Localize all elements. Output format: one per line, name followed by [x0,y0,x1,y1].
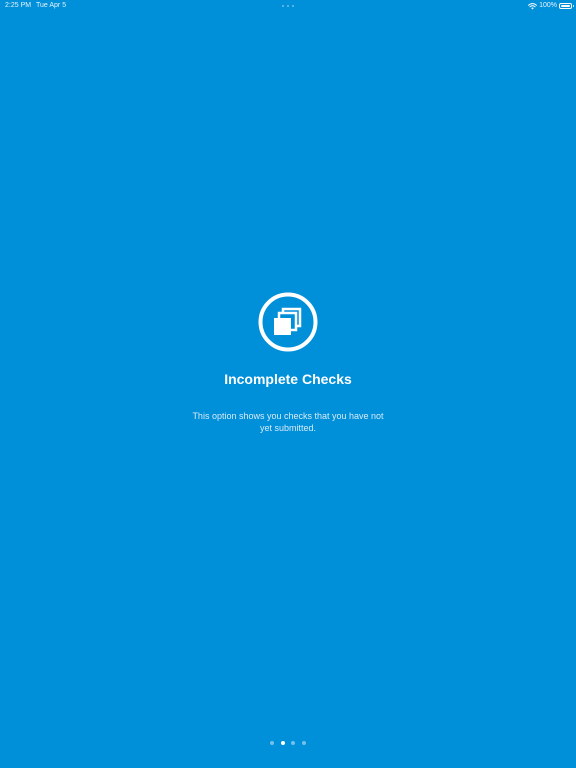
battery-fill [561,5,570,7]
multitasking-dot [292,5,294,7]
onboarding-title: Incomplete Checks [224,371,352,387]
page-dot[interactable] [291,741,296,745]
page-dot[interactable] [301,741,306,745]
status-time: 2:25 PM [5,2,32,9]
page-indicator[interactable] [270,741,306,745]
battery-icon [559,3,574,9]
page-dot[interactable] [270,741,274,745]
battery-percentage: 100% [539,2,557,9]
multitasking-indicator[interactable] [282,5,294,7]
status-date: Tue Apr 5 [36,2,67,9]
status-right: 100% [528,0,574,12]
multitasking-dot [287,5,289,7]
multitasking-dot [282,5,284,7]
wifi-icon [528,2,538,9]
stacked-pages-icon [258,292,318,352]
status-bar: 2:25 PM Tue Apr 5 100% [0,0,576,12]
page-dot-active[interactable] [280,741,285,745]
onboarding-description: This option shows you checks that you ha… [192,411,384,433]
